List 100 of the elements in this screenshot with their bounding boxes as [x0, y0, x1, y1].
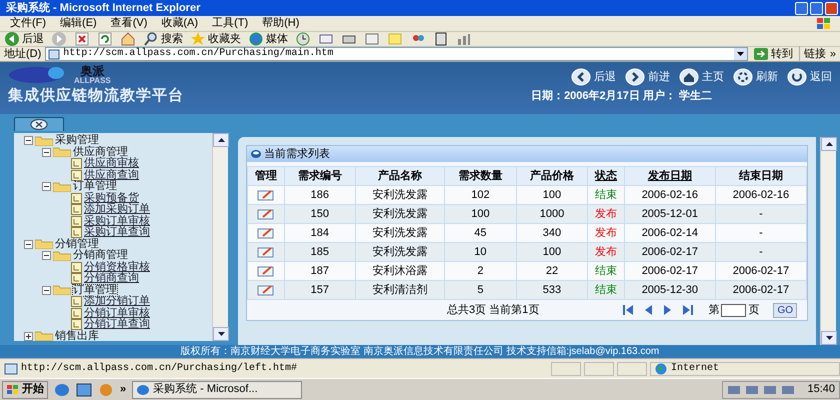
scrollbar[interactable] — [820, 137, 836, 345]
folder-icon — [35, 136, 53, 146]
restore-icon[interactable] — [810, 2, 823, 14]
document-icon — [71, 170, 82, 181]
collapse-toggle[interactable] — [42, 286, 51, 295]
tree-item[interactable]: 订单管理 — [73, 284, 117, 296]
document-icon — [71, 158, 82, 170]
tree-item[interactable]: 分销资格审核 — [84, 262, 150, 273]
tree-item[interactable]: 分销管理 — [55, 238, 99, 250]
folder-icon — [53, 147, 71, 158]
tree-item[interactable]: 分销订单查询 — [84, 319, 150, 330]
scroll-up-icon[interactable] — [821, 137, 837, 151]
column-header: 需求编号 — [284, 166, 356, 186]
column-header[interactable]: 发布日期 — [624, 166, 716, 186]
toolbar-button[interactable]: 媒体 — [248, 31, 288, 47]
toolbar-button[interactable]: 搜索 — [143, 31, 183, 47]
clock-text: 15:40 — [807, 382, 835, 398]
document-icon — [71, 273, 82, 284]
chevron-text[interactable]: » — [120, 381, 126, 398]
taskbar-task[interactable]: 采购系统 - Microsof... — [132, 380, 302, 398]
refresh-icon[interactable] — [97, 31, 113, 47]
address-field[interactable]: http://scm.allpass.com.cn/Purchasing/main.htm — [45, 47, 748, 61]
stop-icon[interactable] — [74, 31, 90, 47]
nav-button[interactable]: 刷新 — [732, 68, 778, 86]
folder-icon — [35, 239, 53, 250]
nav-button[interactable]: 主页 — [678, 68, 724, 86]
document-icon — [71, 192, 82, 204]
chart-icon[interactable] — [456, 31, 472, 47]
page-input[interactable] — [721, 304, 746, 316]
windows-logo-icon — [816, 16, 832, 30]
last-page-icon[interactable] — [682, 304, 694, 316]
tree-item[interactable]: 采购订单审核 — [84, 216, 150, 227]
column-header: 管理 — [248, 166, 284, 186]
column-header: 结束日期 — [715, 166, 806, 186]
logo-subtitle: ALLPASS — [74, 77, 111, 85]
collapse-toggle[interactable] — [42, 182, 51, 192]
menu-item[interactable]: 文件(F) — [10, 15, 46, 32]
windows-logo-icon — [6, 384, 20, 396]
globe-icon[interactable] — [248, 31, 264, 47]
close-icon[interactable] — [30, 119, 48, 130]
tree-item[interactable]: 添加分销订单 — [84, 296, 150, 308]
chevron-text[interactable]: » — [830, 46, 840, 62]
logo-text: 奥派 — [80, 65, 104, 77]
collapse-toggle[interactable] — [24, 136, 33, 146]
tree-item[interactable]: 分销订单审核 — [84, 308, 150, 319]
globe-icon — [655, 362, 667, 374]
minimize-icon[interactable] — [795, 2, 808, 14]
start-button[interactable]: 开始 — [2, 380, 48, 398]
expand-toggle[interactable] — [24, 332, 33, 341]
scroll-down-icon[interactable] — [213, 327, 229, 341]
toolbar-button[interactable]: 后退 — [4, 31, 44, 47]
tree-item[interactable]: 订单管理 — [73, 181, 117, 192]
toolbar-button[interactable]: 收藏夹 — [190, 31, 241, 47]
home-icon — [678, 68, 700, 86]
tree-item[interactable]: 采购订单查询 — [84, 227, 150, 238]
tree-item[interactable]: 供应商审核 — [84, 158, 139, 170]
menu-item[interactable]: 帮助(H) — [262, 15, 300, 32]
go-button[interactable]: GO — [773, 302, 797, 318]
tree-item[interactable]: 分销商管理 — [73, 250, 128, 262]
tree-item[interactable]: 供应商查询 — [84, 170, 139, 181]
folder-icon — [53, 182, 71, 192]
scrollbar[interactable] — [212, 133, 228, 341]
tree-item[interactable]: 分销商查询 — [84, 273, 139, 284]
tree-item[interactable]: 销售出库 — [55, 330, 99, 341]
document-icon — [71, 227, 82, 238]
tree-item[interactable]: 采购预备货 — [84, 192, 139, 204]
column-header[interactable]: 状态 — [588, 166, 624, 186]
nav-button[interactable]: 前进 — [624, 68, 670, 86]
clock-icon[interactable] — [295, 31, 311, 47]
nav-button[interactable]: 返回 — [786, 68, 832, 86]
tree-item[interactable]: 采购管理 — [55, 135, 99, 146]
folder-icon — [35, 331, 53, 341]
window-icon[interactable] — [76, 382, 92, 396]
collapse-toggle[interactable] — [42, 251, 51, 260]
scroll-down-icon[interactable] — [821, 331, 837, 345]
status-text: http://scm.allpass.com.cn/Purchasing/left.htm# — [21, 362, 298, 376]
page-icon — [48, 48, 60, 60]
nav-button[interactable]: 后退 — [570, 68, 616, 86]
collapse-toggle[interactable] — [42, 148, 51, 157]
collapse-tab[interactable] — [14, 117, 64, 131]
tree-item[interactable]: 供应商管理 — [73, 146, 128, 158]
scroll-up-icon[interactable] — [213, 133, 229, 147]
tree-item[interactable]: 添加采购订单 — [84, 204, 150, 216]
document-icon — [71, 296, 82, 308]
page-summary: 总共3页 当前第1页 — [447, 302, 540, 318]
document-icon — [71, 262, 82, 273]
star-icon[interactable] — [190, 31, 206, 47]
menu-item[interactable]: 查看(V) — [110, 15, 148, 32]
document-icon — [71, 319, 82, 330]
menu-item[interactable]: 编辑(E) — [60, 15, 97, 32]
document-icon — [71, 204, 82, 216]
folder-icon — [53, 285, 71, 296]
menu-item[interactable]: 收藏(A) — [161, 15, 198, 32]
magnifier-icon[interactable] — [143, 31, 159, 47]
collapse-toggle[interactable] — [24, 240, 33, 249]
status-pane — [551, 362, 581, 376]
menu-item[interactable]: 工具(T) — [212, 15, 248, 32]
first-page-icon[interactable] — [622, 304, 634, 316]
go-button[interactable]: 转到 — [752, 48, 795, 60]
page-icon — [4, 362, 18, 374]
